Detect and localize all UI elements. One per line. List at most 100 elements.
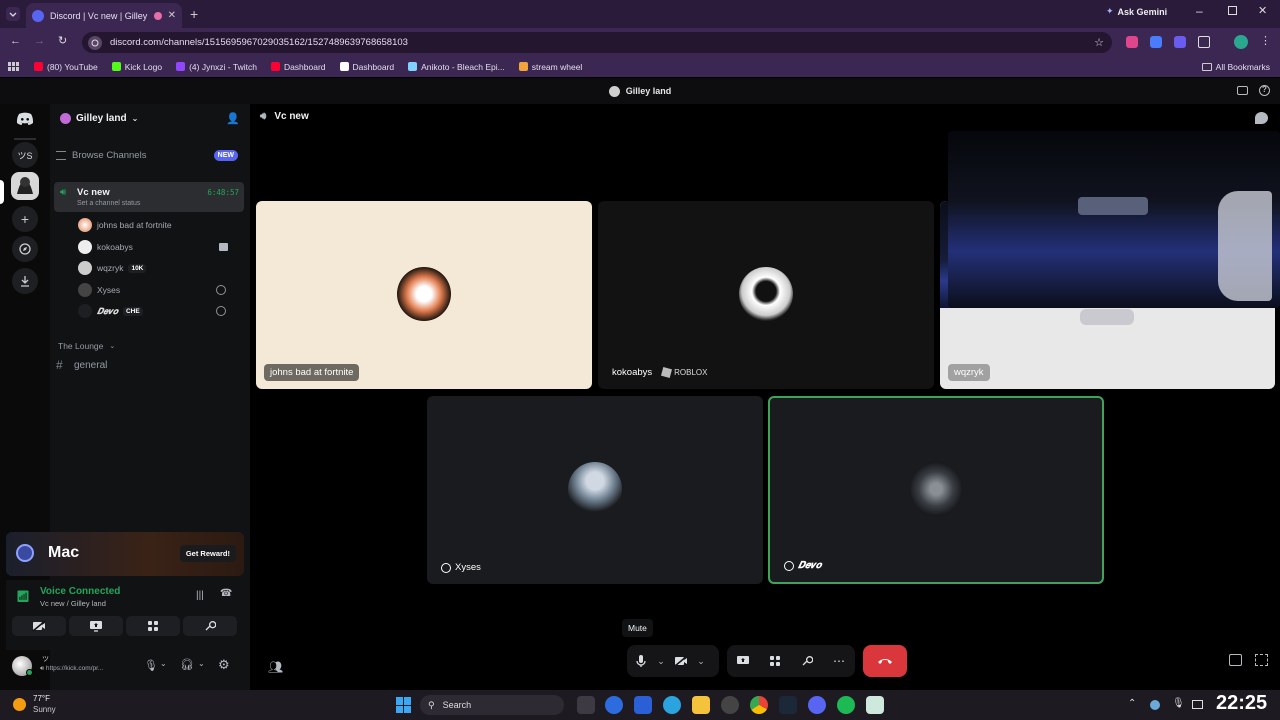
video-tile-johns[interactable]: johns bad at fortnite xyxy=(256,201,592,389)
voice-channel-vc-new[interactable]: 🔊︎ Vc new 6:48:57 Set a channel status xyxy=(54,182,244,212)
chrome-icon[interactable] xyxy=(750,696,768,714)
headphones-icon[interactable]: 🎧︎ xyxy=(180,658,194,671)
member-list-icon[interactable]: 👥︎ xyxy=(268,660,283,674)
address-bar[interactable]: discord.com/channels/1515695967029035162… xyxy=(82,32,1112,53)
forward-button[interactable]: → xyxy=(34,35,45,47)
bookmark-item[interactable]: stream wheel xyxy=(518,62,582,72)
chevron-down-icon[interactable]: ⌄ xyxy=(198,659,205,668)
tray-chevron-up-icon[interactable]: ⌃ xyxy=(1128,698,1136,709)
extension-icon-2[interactable] xyxy=(1150,36,1162,48)
pop-out-icon[interactable] xyxy=(1229,654,1242,666)
add-server-button[interactable]: + xyxy=(12,206,38,232)
browse-channels-item[interactable]: Browse Channels NEW xyxy=(56,148,244,162)
invite-people-icon[interactable]: 👤 xyxy=(226,112,240,125)
video-tile-devo[interactable]: 𝑫𝒆𝒗𝒐 xyxy=(768,396,1104,584)
clock[interactable]: 22:25 xyxy=(1216,692,1267,715)
share-screen-button[interactable] xyxy=(729,645,757,677)
more-options-icon[interactable]: ⋯ xyxy=(825,645,853,677)
ask-gemini-button[interactable]: ✦ Ask Gemini xyxy=(1106,6,1167,17)
video-tile-xyses[interactable]: Xyses xyxy=(427,396,763,584)
activities-button[interactable] xyxy=(761,645,789,677)
bookmark-item[interactable]: Kick Logo xyxy=(111,62,162,72)
server-gilley-land[interactable] xyxy=(11,172,39,200)
reload-button[interactable]: ↻ xyxy=(58,34,67,47)
all-bookmarks-button[interactable]: All Bookmarks xyxy=(1201,62,1270,72)
discover-button[interactable] xyxy=(12,236,38,262)
bookmark-item[interactable]: Dashboard xyxy=(339,61,395,72)
camera-toggle-button[interactable] xyxy=(667,645,695,677)
text-channel-general[interactable]: # general xyxy=(56,358,244,372)
sun-weather-icon[interactable] xyxy=(13,698,26,711)
task-view-icon[interactable] xyxy=(577,696,595,714)
extension-icon-3[interactable] xyxy=(1174,36,1186,48)
close-window-button[interactable]: ✕ xyxy=(1258,4,1267,17)
browser-tab-discord[interactable]: Discord | Vc new | Gilley la... ✕ xyxy=(26,3,182,28)
site-info-icon[interactable] xyxy=(88,35,102,50)
voice-user-item[interactable]: wqzryk 10K xyxy=(78,261,238,275)
bookmark-item[interactable]: (4) Jynxzi - Twitch xyxy=(176,62,257,72)
channel-status-input[interactable]: Set a channel status xyxy=(77,200,140,207)
tab-search-button[interactable] xyxy=(6,7,20,21)
disconnect-button[interactable] xyxy=(863,645,907,677)
tray-mic-icon[interactable]: 🎙︎ xyxy=(1172,698,1185,709)
tray-display-icon[interactable] xyxy=(1192,700,1203,709)
file-explorer-icon[interactable] xyxy=(692,696,710,714)
bookmark-item[interactable]: Dashboard xyxy=(270,62,326,72)
minimize-window-button[interactable]: – xyxy=(1196,4,1203,18)
steam-icon[interactable] xyxy=(779,696,797,714)
mute-button[interactable] xyxy=(627,645,655,677)
voice-user-item[interactable]: 𝑫𝒆𝒗𝒐 CHE xyxy=(78,304,238,318)
discord-taskbar-icon[interactable] xyxy=(808,696,826,714)
camera-off-button[interactable] xyxy=(12,616,66,636)
settings-gear-icon[interactable]: ⚙ xyxy=(218,657,230,673)
voice-user-item[interactable]: Xyses xyxy=(78,282,238,297)
telegram-icon[interactable] xyxy=(663,696,681,714)
app-icon-1[interactable] xyxy=(605,696,623,714)
chat-bubble-icon[interactable] xyxy=(1255,112,1268,124)
noise-suppression-icon[interactable]: ||| xyxy=(196,590,204,601)
mute-options-chevron-icon[interactable]: ⌄ xyxy=(655,645,667,677)
taskbar-search-box[interactable]: ⚲ Search xyxy=(420,695,564,715)
share-screen-button[interactable] xyxy=(69,616,123,636)
tab-close-icon[interactable]: ✕ xyxy=(168,10,176,21)
camera-options-chevron-icon[interactable]: ⌄ xyxy=(695,645,707,677)
server-header[interactable]: Gilley land ⌄ 👤 xyxy=(50,104,250,132)
maximize-window-button[interactable] xyxy=(1228,6,1237,15)
edge-icon[interactable] xyxy=(634,696,652,714)
soundboard-button[interactable] xyxy=(183,616,237,636)
microphone-icon[interactable]: 🎙︎ xyxy=(144,659,158,672)
bookmark-item[interactable]: Anikoto - Bleach Epi... xyxy=(408,62,505,72)
bookmark-star-icon[interactable]: ☆ xyxy=(1094,36,1104,49)
browser-menu-icon[interactable]: ⋮ xyxy=(1260,34,1271,47)
bookmark-label: Dashboard xyxy=(352,61,395,72)
extension-icon-1[interactable] xyxy=(1126,36,1138,48)
new-tab-button[interactable]: + xyxy=(190,6,198,22)
extensions-puzzle-icon[interactable] xyxy=(1198,36,1210,48)
apps-grid-icon[interactable] xyxy=(8,62,20,71)
disconnect-icon[interactable]: ☎ xyxy=(220,588,232,599)
tray-icon-1[interactable] xyxy=(1150,700,1160,710)
category-the-lounge[interactable]: The Lounge ⌄ xyxy=(58,340,246,352)
video-tile-kokoabys[interactable]: kokoabys ROBLOX xyxy=(598,201,934,389)
voice-user-item[interactable]: johns bad at fortnite xyxy=(78,218,238,232)
back-button[interactable]: ← xyxy=(10,35,21,47)
signal-icon[interactable]: 📶︎ xyxy=(16,590,30,603)
server-ys[interactable]: ツS xyxy=(12,142,38,168)
fullscreen-icon[interactable] xyxy=(1255,654,1268,666)
discord-home-button[interactable] xyxy=(12,106,38,132)
inbox-icon[interactable] xyxy=(1237,86,1248,95)
get-reward-button[interactable]: Get Reward! xyxy=(179,545,236,562)
voice-user-item[interactable]: kokoabys xyxy=(78,239,238,254)
chevron-down-icon[interactable]: ⌄ xyxy=(160,659,167,668)
app-icon-2[interactable] xyxy=(721,696,739,714)
spotify-icon[interactable] xyxy=(837,696,855,714)
download-apps-button[interactable] xyxy=(12,268,38,294)
profile-avatar[interactable] xyxy=(1234,35,1248,49)
soundboard-button[interactable] xyxy=(793,645,821,677)
help-icon[interactable]: ? xyxy=(1259,85,1270,96)
windows-start-icon[interactable] xyxy=(396,697,412,713)
bookmark-item[interactable]: (80) YouTube xyxy=(34,62,98,72)
voice-location-link[interactable]: Vc new / Gilley land xyxy=(40,599,106,608)
app-icon-3[interactable] xyxy=(866,696,884,714)
activities-button[interactable] xyxy=(126,616,180,636)
